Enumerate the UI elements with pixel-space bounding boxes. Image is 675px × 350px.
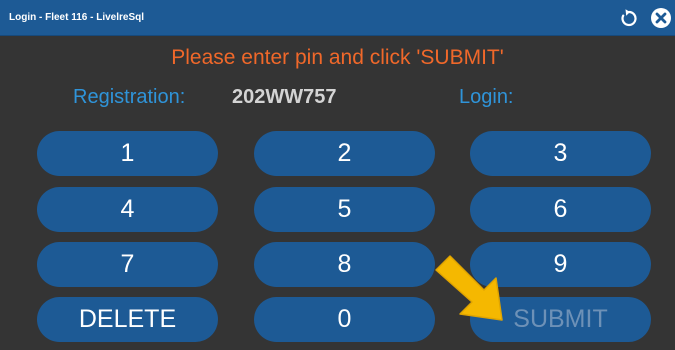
key-7-button[interactable]: 7: [37, 242, 218, 287]
delete-button[interactable]: DELETE: [37, 297, 218, 342]
title-bar: Login - Fleet 116 - LivelreSql: [0, 0, 675, 36]
login-dialog: Login - Fleet 116 - LivelreSql Please en…: [0, 0, 675, 350]
pointer-arrow-icon: [435, 255, 503, 321]
key-5-button[interactable]: 5: [254, 187, 435, 232]
key-4-button[interactable]: 4: [37, 187, 218, 232]
instruction-text: Please enter pin and click 'SUBMIT': [171, 46, 504, 69]
registration-value: 202WW757: [232, 86, 337, 108]
close-icon[interactable]: [650, 7, 672, 29]
key-0-button[interactable]: 0: [254, 297, 435, 342]
key-1-button[interactable]: 1: [37, 131, 218, 176]
key-2-button[interactable]: 2: [254, 131, 435, 176]
refresh-icon[interactable]: [618, 7, 640, 29]
window-title: Login - Fleet 116 - LivelreSql: [9, 12, 145, 23]
registration-label: Registration:: [73, 86, 186, 108]
key-3-button[interactable]: 3: [470, 131, 651, 176]
login-label: Login:: [459, 86, 514, 108]
key-6-button[interactable]: 6: [470, 187, 651, 232]
key-8-button[interactable]: 8: [254, 242, 435, 287]
